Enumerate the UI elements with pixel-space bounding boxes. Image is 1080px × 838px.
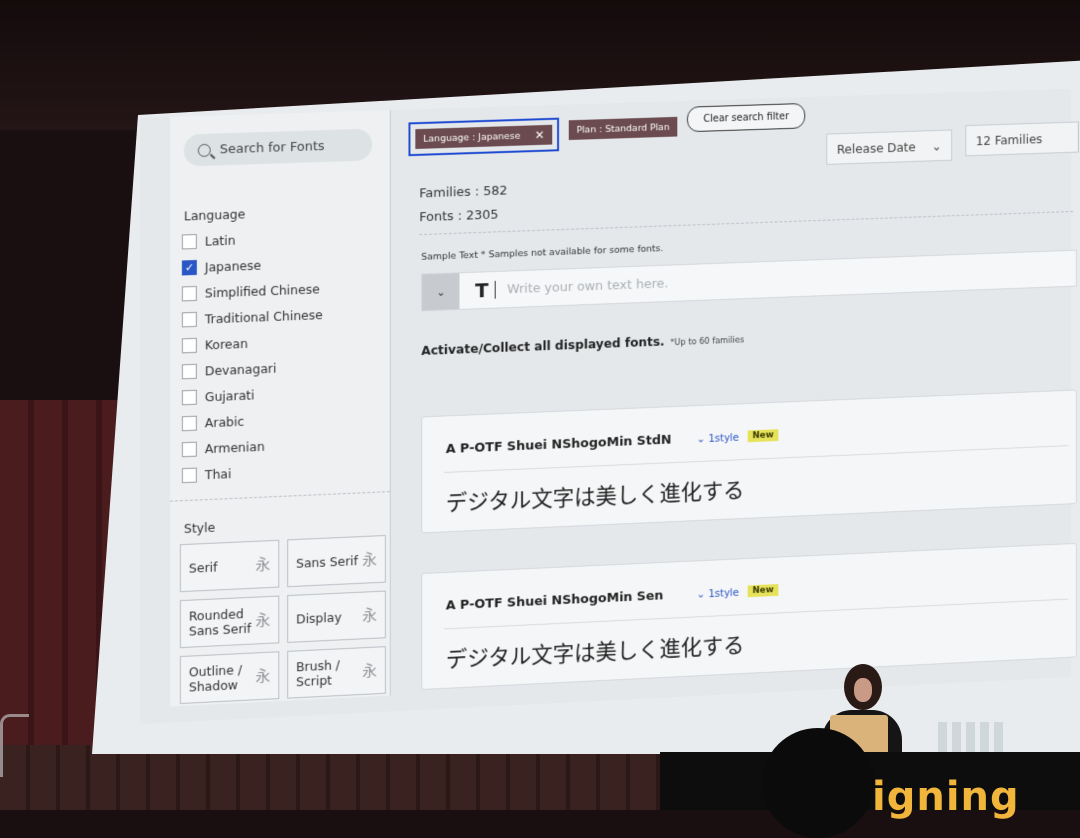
close-icon[interactable]: ✕ <box>535 128 545 142</box>
language-label: Japanese <box>204 257 262 275</box>
sort-value: Release Date <box>836 138 916 157</box>
style-label: Serif <box>188 558 218 576</box>
style-button-display[interactable]: Display 永 <box>287 590 386 643</box>
chip-label: Plan : Standard Plan <box>576 121 670 136</box>
per-page-value: 12 Families <box>975 130 1043 148</box>
search-placeholder: Search for Fonts <box>219 138 325 157</box>
style-button-sans-serif[interactable]: Sans Serif 永 <box>287 534 386 588</box>
presenter-face <box>854 678 872 702</box>
activate-note: *Up to 60 families <box>670 335 745 349</box>
check-icon: ✓ <box>184 260 194 274</box>
style-count: 1style <box>708 431 740 445</box>
style-glyph-icon: 永 <box>255 666 271 685</box>
language-label: Simplified Chinese <box>204 280 320 301</box>
style-glyph-icon: 永 <box>362 660 378 680</box>
clear-filter-button[interactable]: Clear search filter <box>686 102 806 133</box>
font-sample: デジタル文字は美しく進化する <box>445 478 745 517</box>
water-bottles <box>938 722 1008 754</box>
language-label: Gujarati <box>204 386 255 404</box>
style-button-rounded-sans-serif[interactable]: Rounded Sans Serif 永 <box>179 595 280 649</box>
language-label: Traditional Chinese <box>204 306 323 327</box>
checkbox[interactable] <box>181 389 197 405</box>
activate-label: Activate/Collect all displayed fonts. <box>421 333 665 358</box>
filter-chip-language[interactable]: Language : Japanese ✕ <box>408 116 560 158</box>
language-label: Arabic <box>204 413 245 430</box>
style-glyph-icon: 永 <box>255 554 271 574</box>
checkbox[interactable] <box>181 441 197 457</box>
checkbox[interactable] <box>181 467 197 483</box>
audience-hand <box>0 714 29 777</box>
search-input[interactable]: Search for Fonts <box>183 128 373 167</box>
style-count: 1style <box>708 586 740 601</box>
checkbox[interactable] <box>181 233 197 250</box>
font-card[interactable]: A P-OTF Shuei NShogoMin Sen ⌄ 1style New… <box>421 542 1077 691</box>
checkbox[interactable] <box>181 311 197 327</box>
font-name[interactable]: A P-OTF Shuei NShogoMin Sen <box>446 588 664 613</box>
results-panel: Language : Japanese ✕ Plan : Standard Pl… <box>407 89 1079 711</box>
podium-sign: igning <box>872 774 1020 820</box>
style-count-toggle[interactable]: ⌄ 1style <box>697 587 739 601</box>
style-label: Outline / Shadow <box>188 662 242 695</box>
sample-text-label: Sample Text * Samples not available for … <box>421 243 664 263</box>
search-icon <box>197 143 211 157</box>
new-badge: New <box>747 429 779 443</box>
language-label: Devanagari <box>204 360 277 378</box>
fonts-count: Fonts : 2305 <box>419 207 499 226</box>
language-label: Latin <box>204 232 236 249</box>
audience-head <box>762 728 874 838</box>
new-badge: New <box>747 584 779 598</box>
filter-chip-plan[interactable]: Plan : Standard Plan <box>568 116 678 141</box>
font-browser-app: Search for Fonts Language Latin ✓ Japane… <box>140 88 1079 724</box>
sort-select[interactable]: Release Date ⌄ <box>826 129 953 165</box>
checkbox[interactable] <box>181 363 197 379</box>
chevron-down-icon: ⌄ <box>696 433 709 446</box>
style-count-toggle[interactable]: ⌄ 1style <box>697 432 739 446</box>
chevron-down-icon: ⌄ <box>436 285 446 299</box>
language-label: Korean <box>204 335 248 352</box>
text-caret <box>494 280 496 299</box>
families-count: Families : 582 <box>419 183 508 202</box>
sidebar-divider <box>169 491 390 502</box>
activate-all-link[interactable]: Activate/Collect all displayed fonts. *Up… <box>421 331 744 358</box>
style-label: Rounded Sans Serif <box>188 606 252 639</box>
font-name[interactable]: A P-OTF Shuei NShogoMin StdN <box>446 433 672 457</box>
style-glyph-icon: 永 <box>255 610 271 630</box>
style-button-brush-script[interactable]: Brush / Script 永 <box>287 646 386 699</box>
style-grid: Serif 永 Sans Serif 永 Rounded Sans Serif … <box>179 534 388 705</box>
filter-sidebar: Search for Fonts Language Latin ✓ Japane… <box>169 110 391 707</box>
language-label: Thai <box>204 465 232 482</box>
checkbox[interactable] <box>181 285 197 301</box>
style-glyph-icon: 永 <box>362 605 378 624</box>
language-list: Latin ✓ Japanese Simplified Chinese Trad… <box>181 222 380 489</box>
text-icon: T <box>475 278 489 303</box>
font-sample: デジタル文字は美しく進化する <box>445 633 745 673</box>
style-label: Sans Serif <box>296 552 358 571</box>
sample-text-placeholder: Write your own text here. <box>507 275 669 297</box>
checkbox-checked[interactable]: ✓ <box>181 259 197 275</box>
language-section-title: Language <box>183 206 246 224</box>
sample-dropdown-button[interactable]: ⌄ <box>422 273 460 311</box>
per-page-select[interactable]: 12 Families <box>965 121 1079 157</box>
chevron-down-icon: ⌄ <box>931 138 942 154</box>
style-section-title: Style <box>183 519 216 537</box>
style-label: Display <box>296 609 342 627</box>
style-button-outline-shadow[interactable]: Outline / Shadow 永 <box>179 651 280 705</box>
chip-label: Language : Japanese <box>423 130 521 145</box>
checkbox[interactable] <box>181 415 197 431</box>
font-card[interactable]: A P-OTF Shuei NShogoMin StdN ⌄ 1style Ne… <box>421 389 1077 534</box>
style-glyph-icon: 永 <box>362 549 378 569</box>
checkbox[interactable] <box>181 337 197 353</box>
stats-divider <box>419 210 1074 236</box>
language-label: Armenian <box>204 438 265 456</box>
chevron-down-icon: ⌄ <box>696 588 709 601</box>
style-label: Brush / Script <box>296 657 340 690</box>
style-button-serif[interactable]: Serif 永 <box>179 539 280 593</box>
